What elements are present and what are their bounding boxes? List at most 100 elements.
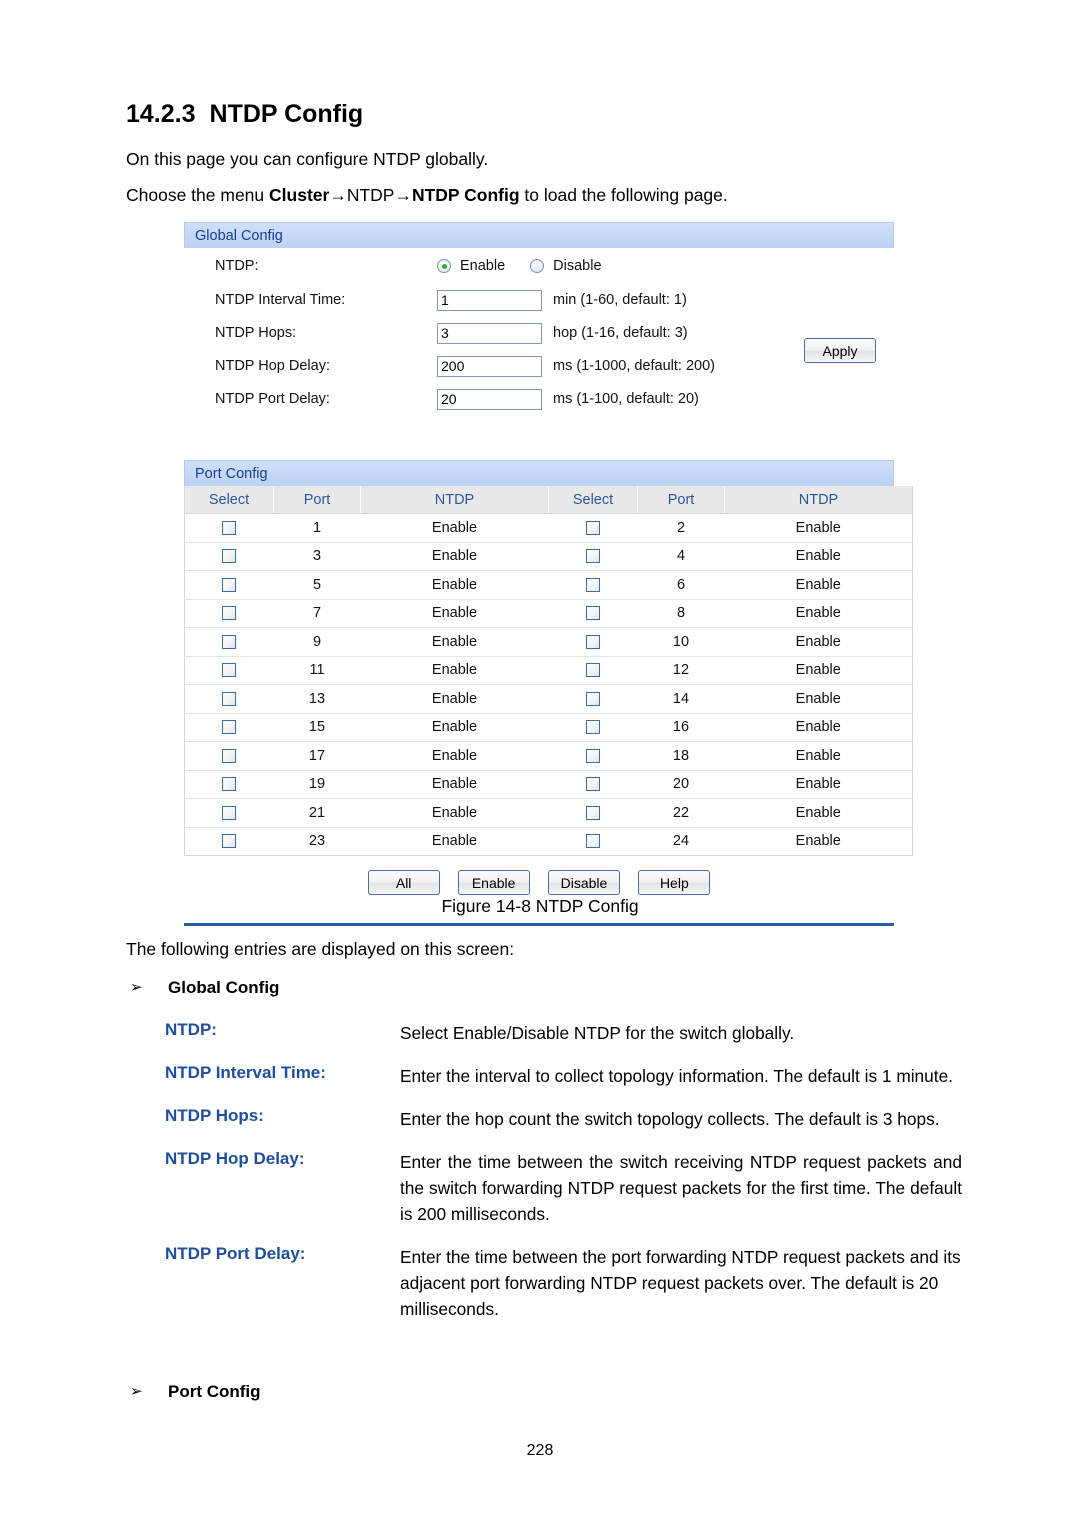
port-select-checkbox[interactable] [586,777,600,792]
select-cell [184,713,274,742]
port-number-cell: 21 [273,798,361,828]
header-select-right: Select [548,486,638,514]
section-number: 14.2.3 [126,100,196,128]
port-config-table-body: 1 Enable 2 Enable 3 Enable 4 Enable 5 Enable 6 Enab… [184,513,913,856]
port-number-cell: 2 [637,513,725,543]
select-cell [548,656,638,685]
ntdp-enable-radio[interactable] [437,259,451,273]
intro-paragraph: On this page you can configure NTDP glob… [126,149,489,169]
ntdp-radio-control: Enable Disable [437,258,618,274]
port-config-table: Select Port NTDP Select Port NTDP 1 Enabl… [184,486,913,856]
port-number-cell: 5 [273,570,361,600]
port-select-checkbox[interactable] [222,691,237,706]
ntdp-disable-radio[interactable] [530,259,545,273]
ntdp-interval-time-label: NTDP Interval Time: [215,292,346,308]
port-select-checkbox[interactable] [222,720,237,735]
port-select-checkbox[interactable] [586,834,600,849]
apply-button[interactable]: Apply [804,338,876,363]
port-select-checkbox[interactable] [222,520,237,535]
table-row: 5 Enable 6 Enable [184,570,913,600]
menu-path-ntdp-config: NTDP Config [411,185,520,205]
port-number-cell: 9 [273,627,361,657]
port-number-cell: 11 [273,656,361,685]
port-select-checkbox[interactable] [586,663,600,678]
menu-path-suffix: to load the following page. [519,185,728,205]
port-select-checkbox[interactable] [222,805,237,820]
ntdp-interval-time-control: min (1-60, default: 1) [437,289,687,311]
ntdp-interval-time-row: NTDP Interval Time: min (1-60, default: … [184,286,894,314]
port-ntdp-cell: Enable [724,656,913,685]
entry-row: NTDP Port Delay: Enter the time between t… [165,1244,965,1322]
port-number-cell: 19 [273,770,361,799]
ntdp-port-delay-control: ms (1-100, default: 20) [437,388,699,410]
port-ntdp-cell: Enable [360,684,549,714]
entry-description: Enter the interval to collect topology i… [400,1066,953,1086]
global-config-panel: Global Config NTDP: Enable Disable NTDP … [184,222,894,418]
ntdp-enable-label[interactable]: Enable [460,258,505,274]
port-select-checkbox[interactable] [586,606,600,621]
entry-description: Select Enable/Disable NTDP for the switc… [400,1023,795,1043]
port-number-cell: 23 [273,827,361,856]
port-ntdp-cell: Enable [360,627,549,657]
table-row: 21 Enable 22 Enable [184,798,913,828]
ntdp-hops-hint: hop (1-16, default: 3) [553,325,688,341]
table-row: 19 Enable 20 Enable [184,770,913,799]
port-config-panel: Port Config Select Port NTDP Select Port… [184,460,913,926]
following-entries-text: The following entries are displayed on t… [126,939,515,959]
figure-caption: Figure 14-8 NTDP Config [441,896,639,916]
ntdp-hop-delay-control: ms (1-1000, default: 200) [437,355,716,377]
table-row: 9 Enable 10 Enable [184,627,913,657]
document-page: 14.2.3 NTDP Config On this page you can c… [0,0,1080,1527]
port-select-checkbox[interactable] [222,606,237,621]
entry-definition-list: NTDP: Select Enable/Disable NTDP for the … [165,1020,965,1339]
ntdp-enable-row: NTDP: Enable Disable [184,252,894,280]
entry-row: NTDP Interval Time: Enter the interval to… [165,1063,965,1089]
port-select-checkbox[interactable] [222,577,237,592]
port-ntdp-cell: Enable [724,627,913,657]
port-select-checkbox[interactable] [222,634,237,649]
help-button[interactable]: Help [638,870,711,895]
port-select-checkbox[interactable] [586,720,600,735]
page-number: 228 [526,1442,554,1459]
ntdp-port-delay-input[interactable] [437,388,542,410]
port-select-checkbox[interactable] [222,834,237,849]
ntdp-hops-label: NTDP Hops: [215,325,297,341]
page-title: 14.2.3 NTDP Config [126,100,363,129]
menu-path-prefix: Choose the menu [126,185,270,205]
port-select-checkbox[interactable] [586,691,600,706]
port-select-checkbox[interactable] [222,663,237,678]
port-select-checkbox[interactable] [586,805,600,820]
bullet-arrow-icon: ➢ [130,979,143,996]
port-number-cell: 18 [637,741,725,771]
port-select-checkbox[interactable] [222,777,237,792]
header-port-right: Port [637,486,725,514]
port-select-checkbox[interactable] [586,634,600,649]
ntdp-hops-input[interactable] [437,322,542,344]
port-select-checkbox[interactable] [586,549,600,564]
ntdp-interval-time-input[interactable] [437,289,542,311]
entry-description: Enter the time between the switch receiv… [400,1152,962,1224]
table-row: 17 Enable 18 Enable [184,741,913,771]
port-config-panel-header: Port Config [184,460,894,486]
ntdp-hop-delay-input[interactable] [437,355,542,377]
select-cell [184,684,274,714]
select-all-button[interactable]: All [367,870,440,895]
port-select-checkbox[interactable] [586,520,600,535]
port-select-checkbox[interactable] [222,748,237,763]
entry-term: NTDP Port Delay: [165,1244,306,1263]
port-number-cell: 20 [637,770,725,799]
port-select-checkbox[interactable] [586,577,600,592]
ntdp-disable-label[interactable]: Disable [553,258,601,274]
port-ntdp-cell: Enable [724,542,913,571]
ntdp-hop-delay-hint: ms (1-1000, default: 200) [553,358,716,374]
section-title: NTDP Config [209,100,364,128]
port-select-checkbox[interactable] [586,748,600,763]
ntdp-label: NTDP: [215,258,259,274]
select-cell [184,513,274,543]
enable-button[interactable]: Enable [457,870,530,895]
select-cell [184,827,274,856]
table-row: 3 Enable 4 Enable [184,542,913,571]
disable-button[interactable]: Disable [547,870,621,895]
select-cell [184,798,274,828]
port-select-checkbox[interactable] [222,549,237,564]
